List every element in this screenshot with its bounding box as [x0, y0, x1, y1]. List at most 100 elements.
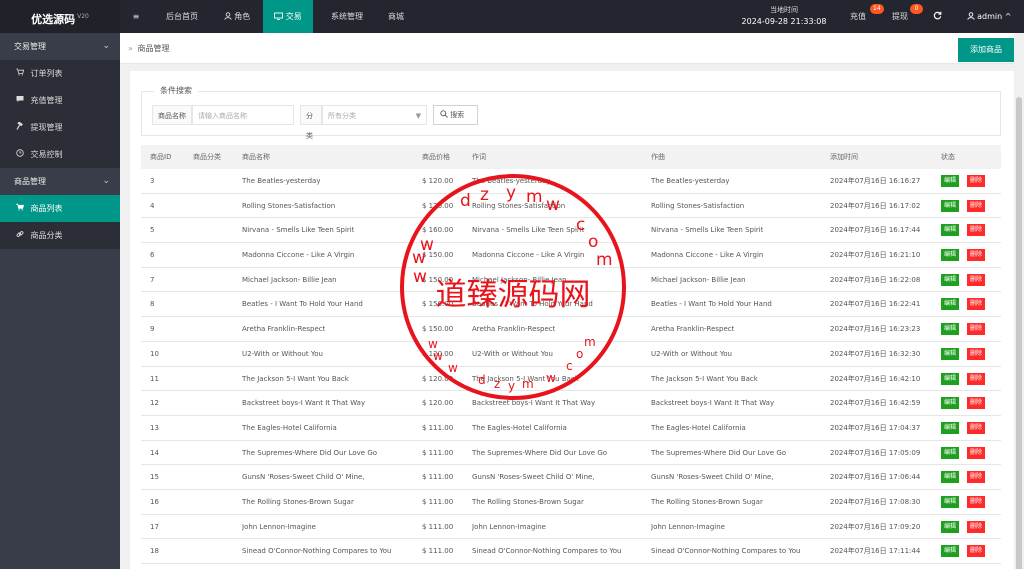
sidebar-item-withdraw[interactable]: 提现管理 — [0, 114, 120, 141]
search-button[interactable]: 搜索 — [433, 105, 478, 125]
delete-button[interactable]: 删除 — [967, 446, 986, 459]
cell-composer: The Eagles-Hotel California — [651, 423, 746, 432]
delete-button[interactable]: 删除 — [967, 298, 986, 311]
trade-icon — [274, 12, 286, 21]
user-menu[interactable]: admin ^ — [958, 0, 1020, 33]
cell-lyrics: The Supremes-Where Did Our Love Go — [472, 448, 608, 457]
sidebar-group-trade[interactable]: 交易管理 ⌄ — [0, 33, 120, 60]
cart-icon — [15, 195, 28, 222]
refresh-icon[interactable] — [928, 0, 946, 33]
edit-button[interactable]: 编辑 — [941, 545, 960, 558]
cell-id: 14 — [150, 448, 159, 457]
cell-name: GunsN 'Roses-Sweet Child O' Mine, — [242, 473, 365, 482]
content-card: 条件搜索 商品名称 请输入商品名称 分类 所有分类 ▼ 搜索 商品ID 商品分类… — [130, 71, 1014, 569]
edit-button[interactable]: 编辑 — [941, 175, 960, 187]
cell-composer: GunsN 'Roses-Sweet Child O' Mine, — [651, 473, 774, 482]
add-goods-button[interactable]: 添加商品 — [958, 38, 1014, 62]
cell-name: The Supremes-Where Did Our Love Go — [242, 448, 378, 457]
edit-button[interactable]: 编辑 — [941, 347, 960, 360]
edit-button[interactable]: 编辑 — [941, 273, 960, 286]
delete-button[interactable]: 删除 — [967, 372, 986, 385]
sidebar-group-goods[interactable]: 商品管理 ⌄ — [0, 168, 120, 195]
cell-name: Nirvana - Smells Like Teen Spirit — [242, 226, 355, 235]
delete-button[interactable]: 删除 — [967, 545, 986, 558]
delete-button[interactable]: 删除 — [967, 495, 986, 508]
delete-button[interactable]: 删除 — [967, 520, 986, 533]
cell-lyrics: Backstreet boys-I Want It That Way — [472, 399, 596, 408]
top-bar: 优选源码 V20 ≡ 后台首页 角色 交易 系统管理 商城 当地时间 2024-0… — [0, 0, 1024, 33]
cell-price: $ 120.00 — [422, 201, 454, 210]
edit-button[interactable]: 编辑 — [941, 372, 960, 385]
sidebar-item-orders[interactable]: 订单列表 — [0, 60, 120, 87]
cell-time: 2024年07月16日 16:22:41 — [830, 300, 921, 309]
table-header: 商品ID 商品分类 商品名称 商品价格 作词 作曲 添加时间 状态 — [141, 145, 1001, 169]
nav-role-label: 角色 — [234, 12, 251, 21]
delete-button[interactable]: 删除 — [967, 199, 986, 212]
edit-button[interactable]: 编辑 — [941, 495, 960, 508]
delete-button[interactable]: 删除 — [967, 471, 986, 484]
app-logo[interactable]: 优选源码 V20 — [0, 0, 120, 33]
nav-role[interactable]: 角色 — [214, 0, 260, 33]
header-category: 商品分类 — [193, 153, 221, 161]
edit-button[interactable]: 编辑 — [941, 298, 960, 311]
cell-price: $ 120.00 — [422, 399, 454, 408]
nav-trade[interactable]: 交易 — [263, 0, 313, 33]
nav-mall-label: 商城 — [388, 12, 404, 21]
recharge-button[interactable]: 充值 — [842, 0, 874, 33]
delete-button[interactable]: 删除 — [967, 421, 986, 434]
header-time: 添加时间 — [830, 153, 858, 161]
category-select[interactable]: 所有分类 ▼ — [322, 105, 427, 125]
delete-button[interactable]: 删除 — [967, 347, 986, 360]
edit-button[interactable]: 编辑 — [941, 471, 960, 484]
menu-toggle-icon[interactable]: ≡ — [124, 0, 148, 33]
cell-name: Rolling Stones-Satisfaction — [242, 201, 336, 210]
edit-button[interactable]: 编辑 — [941, 249, 960, 262]
delete-button[interactable]: 删除 — [967, 273, 986, 286]
sidebar-item-control[interactable]: 交易控制 — [0, 141, 120, 168]
nav-mall[interactable]: 商城 — [380, 0, 412, 33]
cell-composer: John Lennon-Imagine — [651, 522, 725, 531]
edit-button[interactable]: 编辑 — [941, 323, 960, 336]
chevron-down-icon: ⌄ — [102, 176, 110, 186]
cell-name: Beatles - I Want To Hold Your Hand — [242, 300, 363, 309]
breadcrumb-separator: » — [128, 44, 133, 53]
category-select-value: 所有分类 — [328, 112, 356, 120]
cell-name: Backstreet boys-I Want It That Way — [242, 399, 366, 408]
nav-system[interactable]: 系统管理 — [322, 0, 372, 33]
edit-button[interactable]: 编辑 — [941, 199, 960, 212]
scrollbar[interactable] — [1014, 33, 1024, 569]
cell-id: 11 — [150, 374, 159, 383]
delete-button[interactable]: 删除 — [967, 224, 986, 237]
delete-button[interactable]: 删除 — [967, 249, 986, 262]
nav-home-label: 后台首页 — [166, 12, 198, 21]
edit-button[interactable]: 编辑 — [941, 397, 960, 410]
cell-lyrics: Nirvana - Smells Like Teen Spirit — [472, 226, 585, 235]
category-filter-label: 分类 — [300, 105, 322, 140]
cell-id: 18 — [150, 547, 159, 556]
edit-button[interactable]: 编辑 — [941, 520, 960, 533]
user-icon — [224, 12, 235, 21]
sidebar-item-recharge[interactable]: 充值管理 — [0, 87, 120, 114]
cell-composer: The Rolling Stones-Brown Sugar — [651, 497, 763, 506]
scrollbar-thumb[interactable] — [1016, 97, 1022, 569]
edit-button[interactable]: 编辑 — [941, 224, 960, 237]
sidebar-item-goods-list[interactable]: 商品列表 — [0, 195, 120, 222]
cell-price: $ 150.00 — [422, 300, 454, 309]
cell-id: 13 — [150, 423, 159, 432]
delete-button[interactable]: 删除 — [967, 175, 986, 187]
name-filter-input[interactable]: 请输入商品名称 — [192, 105, 294, 125]
table-row: 18 Sinead O'Connor-Nothing Compares to Yo… — [141, 539, 1001, 564]
cell-lyrics: Aretha Franklin-Respect — [472, 325, 556, 334]
nav-home[interactable]: 后台首页 — [156, 0, 208, 33]
cell-name: Madonna Ciccone - Like A Virgin — [242, 251, 355, 260]
delete-button[interactable]: 删除 — [967, 323, 986, 336]
breadcrumb-current[interactable]: 商品管理 — [137, 44, 169, 53]
sidebar-item-goods-category[interactable]: 商品分类 — [0, 222, 120, 249]
cell-name: John Lennon-Imagine — [242, 522, 316, 531]
cell-lyrics: Beatles - I Want To Hold Your Hand — [472, 300, 593, 309]
edit-button[interactable]: 编辑 — [941, 421, 960, 434]
cell-id: 3 — [150, 177, 155, 185]
edit-button[interactable]: 编辑 — [941, 446, 960, 459]
cell-lyrics: Rolling Stones-Satisfaction — [472, 201, 566, 210]
delete-button[interactable]: 删除 — [967, 397, 986, 410]
